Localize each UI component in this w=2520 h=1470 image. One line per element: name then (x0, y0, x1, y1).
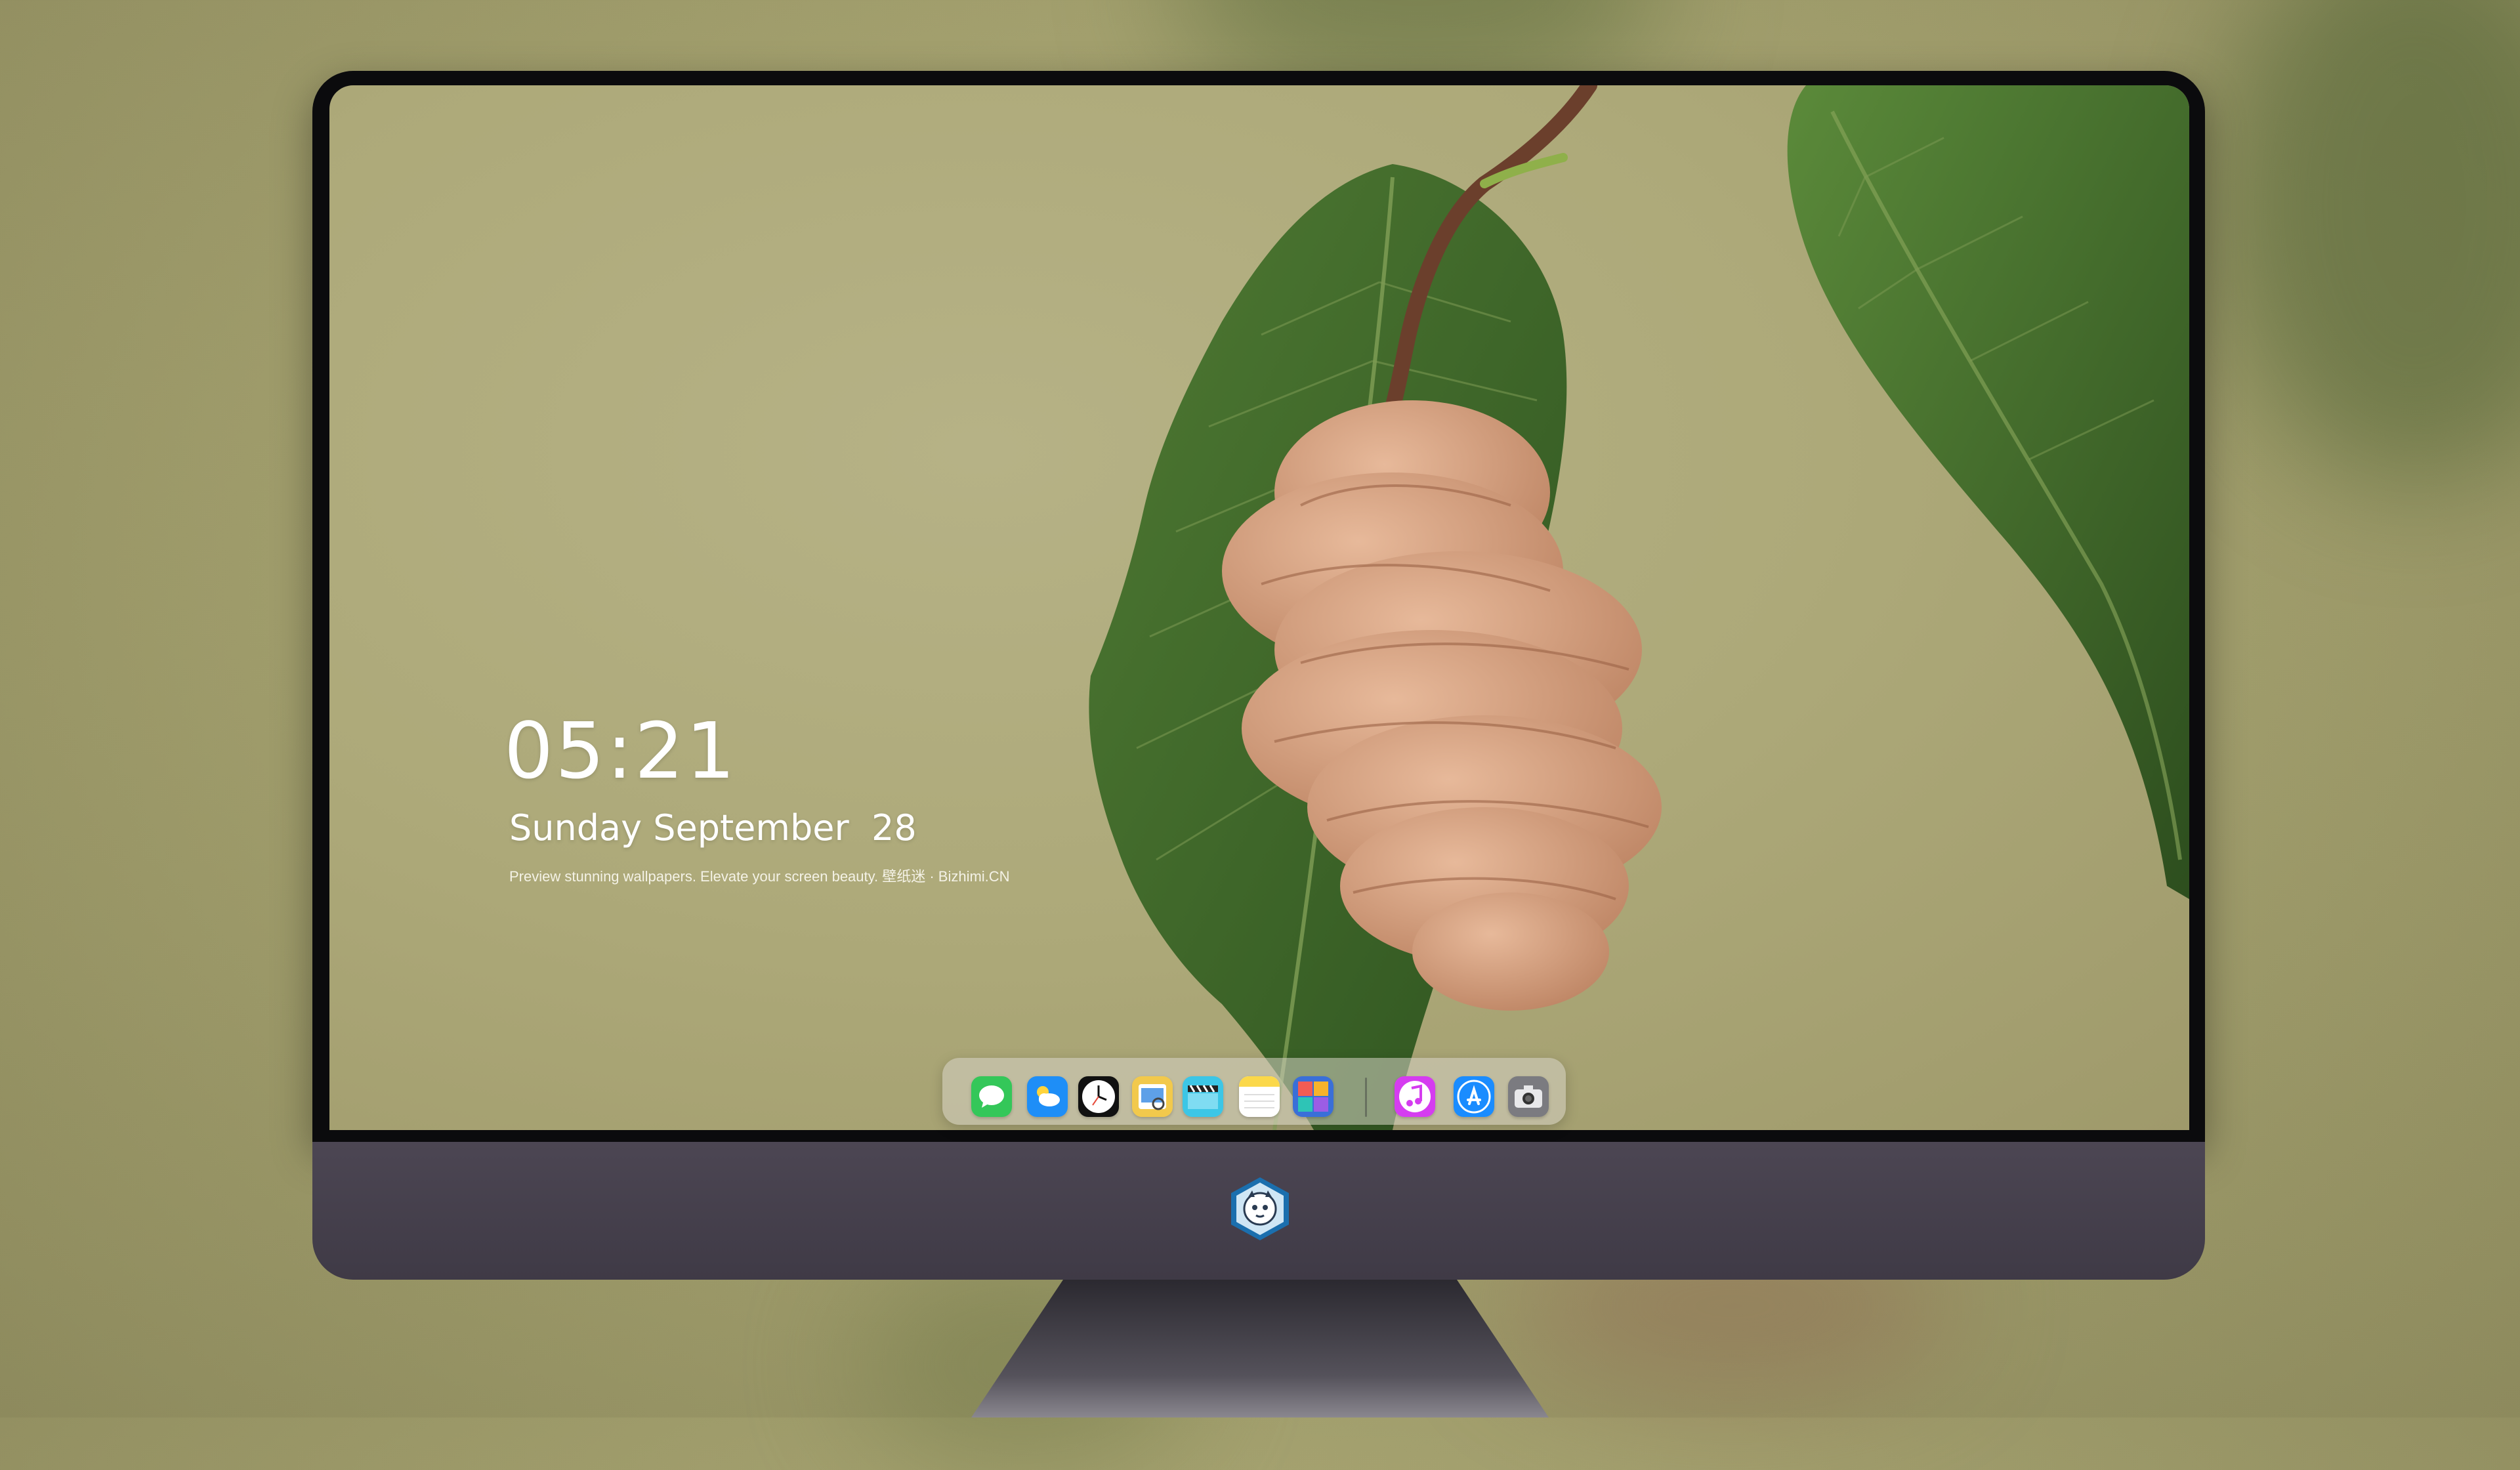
lockscreen-tagline: Preview stunning wallpapers. Elevate you… (509, 868, 1010, 885)
monitor-stand (971, 1280, 1549, 1418)
weather-icon[interactable] (1027, 1076, 1068, 1117)
monitor-screen: 05:21 Sunday September 28 Preview stunni… (329, 85, 2189, 1130)
clock-icon[interactable] (1078, 1076, 1119, 1117)
camera-icon[interactable] (1508, 1076, 1549, 1117)
notes-icon[interactable] (1239, 1076, 1280, 1117)
app-store-icon[interactable] (1454, 1076, 1494, 1117)
preview-icon[interactable] (1132, 1076, 1173, 1117)
dock-separator (1365, 1078, 1367, 1117)
clips-icon[interactable] (1183, 1076, 1223, 1117)
wallpaper-hop-leaf-illustration (1089, 85, 2189, 1130)
photo-booth-icon[interactable] (1293, 1076, 1334, 1117)
mascot-logo-icon (1226, 1175, 1294, 1243)
lockscreen-date: Sunday September 28 (509, 807, 917, 849)
messages-icon[interactable] (971, 1076, 1012, 1117)
background-blur-leaf (2218, 0, 2520, 486)
lockscreen-time: 05:21 (504, 705, 738, 796)
music-icon[interactable] (1395, 1076, 1435, 1117)
